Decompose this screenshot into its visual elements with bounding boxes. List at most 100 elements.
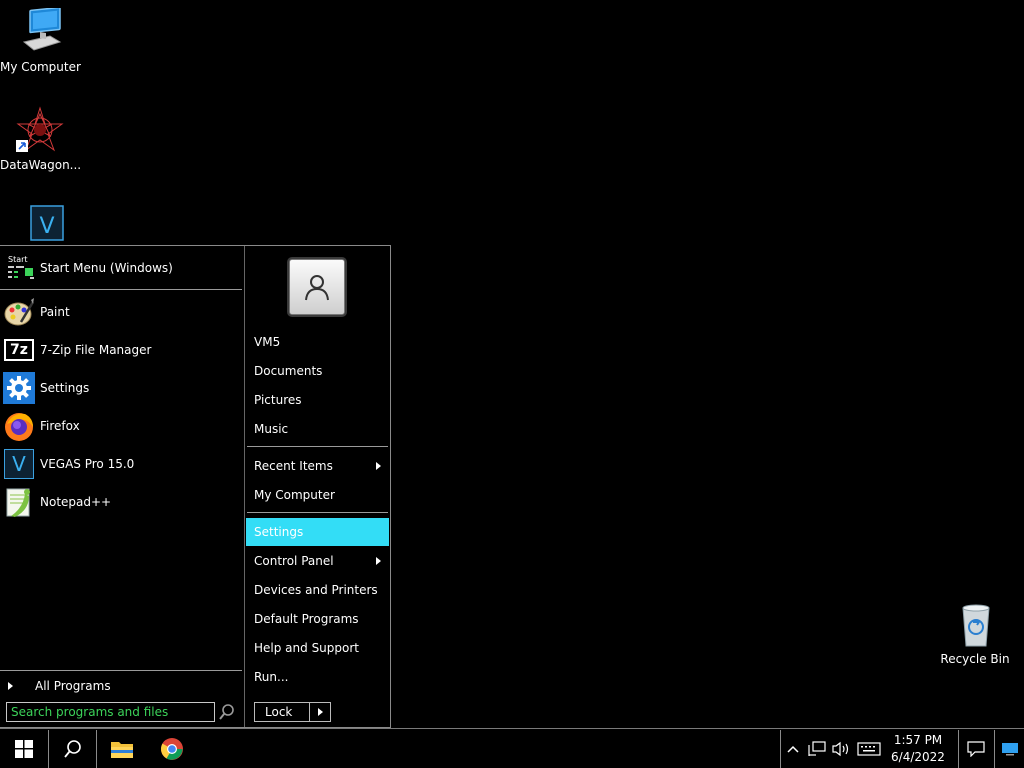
7zip-icon: 7z [3, 334, 35, 366]
menu-item-control-panel[interactable]: Control Panel [246, 547, 389, 575]
menu-item-settings[interactable]: Settings [246, 518, 389, 546]
search-icon [63, 740, 81, 758]
windows-logo-icon [15, 740, 33, 758]
program-label: Notepad++ [40, 495, 112, 509]
start-menu-logo-icon: Start [6, 255, 36, 281]
datawagon-icon [16, 106, 64, 154]
menu-item-label: My Computer [254, 488, 335, 502]
desktop-icon-label: Recycle Bin [940, 652, 1010, 666]
program-label: Firefox [40, 419, 80, 433]
firefox-icon [3, 410, 35, 442]
start-menu-header-label: Start Menu (Windows) [40, 261, 173, 275]
menu-item-label: Recent Items [254, 459, 333, 473]
menu-item-devices-and-printers[interactable]: Devices and Printers [246, 576, 389, 604]
desktop-icon-my-computer[interactable]: My Computer [0, 6, 81, 74]
program-item-firefox[interactable]: Firefox [0, 408, 243, 444]
menu-item-recent-items[interactable]: Recent Items [246, 452, 389, 480]
menu-item-music[interactable]: Music [246, 415, 389, 443]
taskbar: 1:57 PM 6/4/2022 [0, 728, 1024, 768]
menu-item-label: Pictures [254, 393, 302, 407]
desktop-icon-label: My Computer [0, 60, 81, 74]
menu-item-user[interactable]: VM5 [246, 328, 389, 356]
clock-time: 1:57 PM [893, 733, 943, 747]
search-input[interactable] [6, 702, 215, 722]
svg-text:V: V [39, 214, 54, 239]
divider [0, 289, 242, 290]
program-label: Paint [40, 305, 70, 319]
program-label: Settings [40, 381, 90, 395]
lock-label: Lock [265, 705, 293, 719]
taskbar-clock[interactable]: 1:57 PM 6/4/2022 [878, 730, 958, 768]
all-programs-label: All Programs [35, 679, 111, 693]
all-programs-button[interactable]: All Programs [0, 676, 243, 696]
lock-control: Lock [254, 702, 331, 722]
divider [780, 730, 781, 768]
program-item-notepadpp[interactable]: Notepad++ [0, 484, 243, 520]
vegas-icon: V [3, 448, 35, 480]
menu-item-label: Music [254, 422, 289, 436]
taskbar-file-explorer[interactable] [98, 730, 146, 768]
submenu-arrow-icon [376, 557, 381, 565]
program-label: VEGAS Pro 15.0 [40, 457, 135, 471]
divider [247, 512, 388, 513]
divider [96, 730, 97, 768]
speaker-icon [832, 741, 849, 757]
lock-options-button[interactable] [310, 702, 331, 722]
submenu-arrow-icon [376, 462, 381, 470]
start-menu-header[interactable]: Start Start Menu (Windows) [0, 248, 243, 288]
divider [994, 730, 995, 768]
program-item-vegas[interactable]: V VEGAS Pro 15.0 [0, 446, 243, 482]
menu-item-help-and-support[interactable]: Help and Support [246, 634, 389, 662]
paint-icon [3, 296, 35, 328]
desktop-icon-recycle-bin[interactable]: Recycle Bin [935, 600, 1015, 666]
show-hidden-icons-button[interactable] [782, 730, 804, 768]
menu-item-documents[interactable]: Documents [246, 357, 389, 385]
menu-item-my-computer[interactable]: My Computer [246, 481, 389, 509]
user-avatar[interactable] [289, 259, 345, 315]
network-tray-button[interactable] [805, 730, 829, 768]
menu-item-label: Help and Support [254, 641, 359, 655]
action-center-button[interactable] [958, 730, 994, 768]
arrow-right-icon [317, 708, 323, 716]
menu-item-label: VM5 [254, 335, 281, 349]
volume-tray-button[interactable] [829, 730, 853, 768]
start-menu-programs-column: Start Start Menu (Windows) Paint 7z 7-Zi… [0, 246, 243, 727]
menu-item-label: Settings [254, 525, 304, 539]
menu-item-label: Control Panel [254, 554, 334, 568]
program-item-settings[interactable]: Settings [0, 370, 243, 406]
divider [247, 446, 388, 447]
chevron-up-icon [787, 745, 799, 753]
recycle-bin-icon [951, 600, 999, 648]
settings-gear-icon [3, 372, 35, 404]
arrow-right-icon [8, 682, 13, 690]
notepadpp-icon [3, 486, 35, 518]
search-icon[interactable] [217, 702, 237, 722]
start-menu: Start Start Menu (Windows) Paint 7z 7-Zi… [0, 245, 391, 728]
menu-item-pictures[interactable]: Pictures [246, 386, 389, 414]
menu-item-label: Documents [254, 364, 323, 378]
show-desktop-icon [1002, 743, 1018, 756]
user-icon [305, 275, 329, 301]
menu-item-label: Default Programs [254, 612, 359, 626]
taskbar-chrome[interactable] [148, 730, 196, 768]
computer-icon [16, 6, 64, 56]
desktop-icon-datawagon[interactable]: DataWagon... [0, 106, 82, 172]
start-button[interactable] [0, 730, 48, 768]
program-item-paint[interactable]: Paint [0, 294, 243, 330]
start-menu-places-column: VM5 Documents Pictures Music Recent Item… [244, 246, 390, 727]
clock-date: 6/4/2022 [891, 750, 945, 764]
menu-item-run[interactable]: Run... [246, 663, 389, 691]
menu-item-label: Devices and Printers [254, 583, 378, 597]
divider [0, 670, 242, 671]
program-label: 7-Zip File Manager [40, 343, 152, 357]
desktop-icon-label: DataWagon... [0, 158, 82, 172]
menu-item-label: Run... [254, 670, 289, 684]
lock-button[interactable]: Lock [254, 702, 310, 722]
notifications-icon [967, 741, 985, 757]
show-desktop-button[interactable] [996, 730, 1024, 768]
taskbar-search-button[interactable] [49, 730, 96, 768]
menu-item-default-programs[interactable]: Default Programs [246, 605, 389, 633]
network-icon [808, 741, 826, 756]
program-item-7zip[interactable]: 7z 7-Zip File Manager [0, 332, 243, 368]
folder-icon [111, 742, 133, 758]
